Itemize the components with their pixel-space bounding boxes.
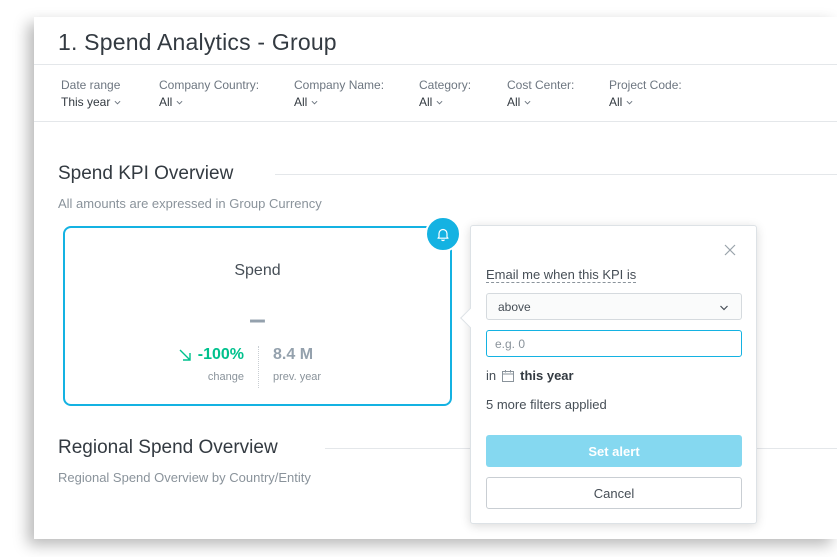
filter-date-range[interactable]: Date range This year xyxy=(61,78,121,109)
kpi-section-rule xyxy=(275,174,837,175)
filter-bar-divider xyxy=(34,121,837,122)
arrow-down-right-icon xyxy=(179,349,191,361)
kpi-prev-year: 8.4 M prev. year xyxy=(273,346,321,383)
kpi-divider xyxy=(258,346,259,388)
dashboard-frame: 1. Spend Analytics - Group Date range Th… xyxy=(34,17,837,539)
chevron-down-icon xyxy=(626,100,633,104)
filter-company-country[interactable]: Company Country: All xyxy=(159,78,259,109)
filter-label: Category: xyxy=(419,78,472,92)
alert-popover: Email me when this KPI is above in this … xyxy=(460,225,757,524)
alert-condition-label: Email me when this KPI is xyxy=(486,267,637,283)
set-alert-button[interactable]: Set alert xyxy=(486,435,742,467)
close-icon[interactable] xyxy=(724,244,736,256)
chevron-down-icon xyxy=(436,100,443,104)
alert-condition-select[interactable]: above xyxy=(486,293,742,320)
header-divider xyxy=(34,64,837,65)
kpi-section-title: Spend KPI Overview xyxy=(58,163,234,184)
calendar-icon xyxy=(502,369,515,382)
kpi-section-subtitle: All amounts are expressed in Group Curre… xyxy=(58,196,322,211)
filter-cost-center[interactable]: Cost Center: All xyxy=(507,78,574,109)
chevron-down-icon xyxy=(720,305,728,311)
chevron-down-icon xyxy=(524,100,531,104)
alert-filters-applied: 5 more filters applied xyxy=(486,397,607,412)
chevron-down-icon xyxy=(311,100,318,104)
filter-company-name[interactable]: Company Name: All xyxy=(294,78,384,109)
chevron-down-icon xyxy=(114,100,121,104)
filter-label: Company Name: xyxy=(294,78,385,92)
filter-value: All xyxy=(507,95,521,109)
chevron-down-icon xyxy=(176,100,183,104)
filter-label: Cost Center: xyxy=(507,78,575,92)
cancel-button[interactable]: Cancel xyxy=(486,477,742,509)
filter-value: This year xyxy=(61,95,111,109)
filter-value: All xyxy=(609,95,623,109)
kpi-card-spend[interactable]: Spend – -100% change 8.4 M prev. year xyxy=(63,226,452,406)
alert-threshold-input[interactable] xyxy=(486,330,742,357)
kpi-prev-label: prev. year xyxy=(273,371,322,383)
alert-condition-value: above xyxy=(498,300,531,314)
filter-label: Company Country: xyxy=(159,78,260,92)
kpi-change-value: -100% xyxy=(197,346,244,363)
kpi-prev-value: 8.4 M xyxy=(273,346,314,363)
filter-label: Project Code: xyxy=(609,78,682,92)
kpi-change-label: change xyxy=(207,371,244,383)
alert-period: in this year xyxy=(486,368,574,383)
alert-period-value: this year xyxy=(520,368,574,383)
bell-icon xyxy=(437,228,449,242)
filter-category[interactable]: Category: All xyxy=(419,78,471,109)
filter-value: All xyxy=(419,95,433,109)
page-title: 1. Spend Analytics - Group xyxy=(58,29,337,55)
regional-section-subtitle: Regional Spend Overview by Country/Entit… xyxy=(58,470,311,485)
alert-bell-button[interactable] xyxy=(425,216,461,252)
alert-period-prefix: in xyxy=(486,368,497,383)
alert-label-text: Email me when this KPI is xyxy=(486,267,637,283)
popover-arrow xyxy=(460,308,480,328)
filter-value: All xyxy=(294,95,308,109)
filter-project-code[interactable]: Project Code: All xyxy=(609,78,682,109)
kpi-title: Spend xyxy=(234,262,281,279)
kpi-value: – xyxy=(249,303,266,336)
kpi-change: -100% change xyxy=(178,346,244,383)
regional-section-title: Regional Spend Overview xyxy=(58,437,278,458)
filter-label: Date range xyxy=(61,78,121,92)
filter-value: All xyxy=(159,95,173,109)
